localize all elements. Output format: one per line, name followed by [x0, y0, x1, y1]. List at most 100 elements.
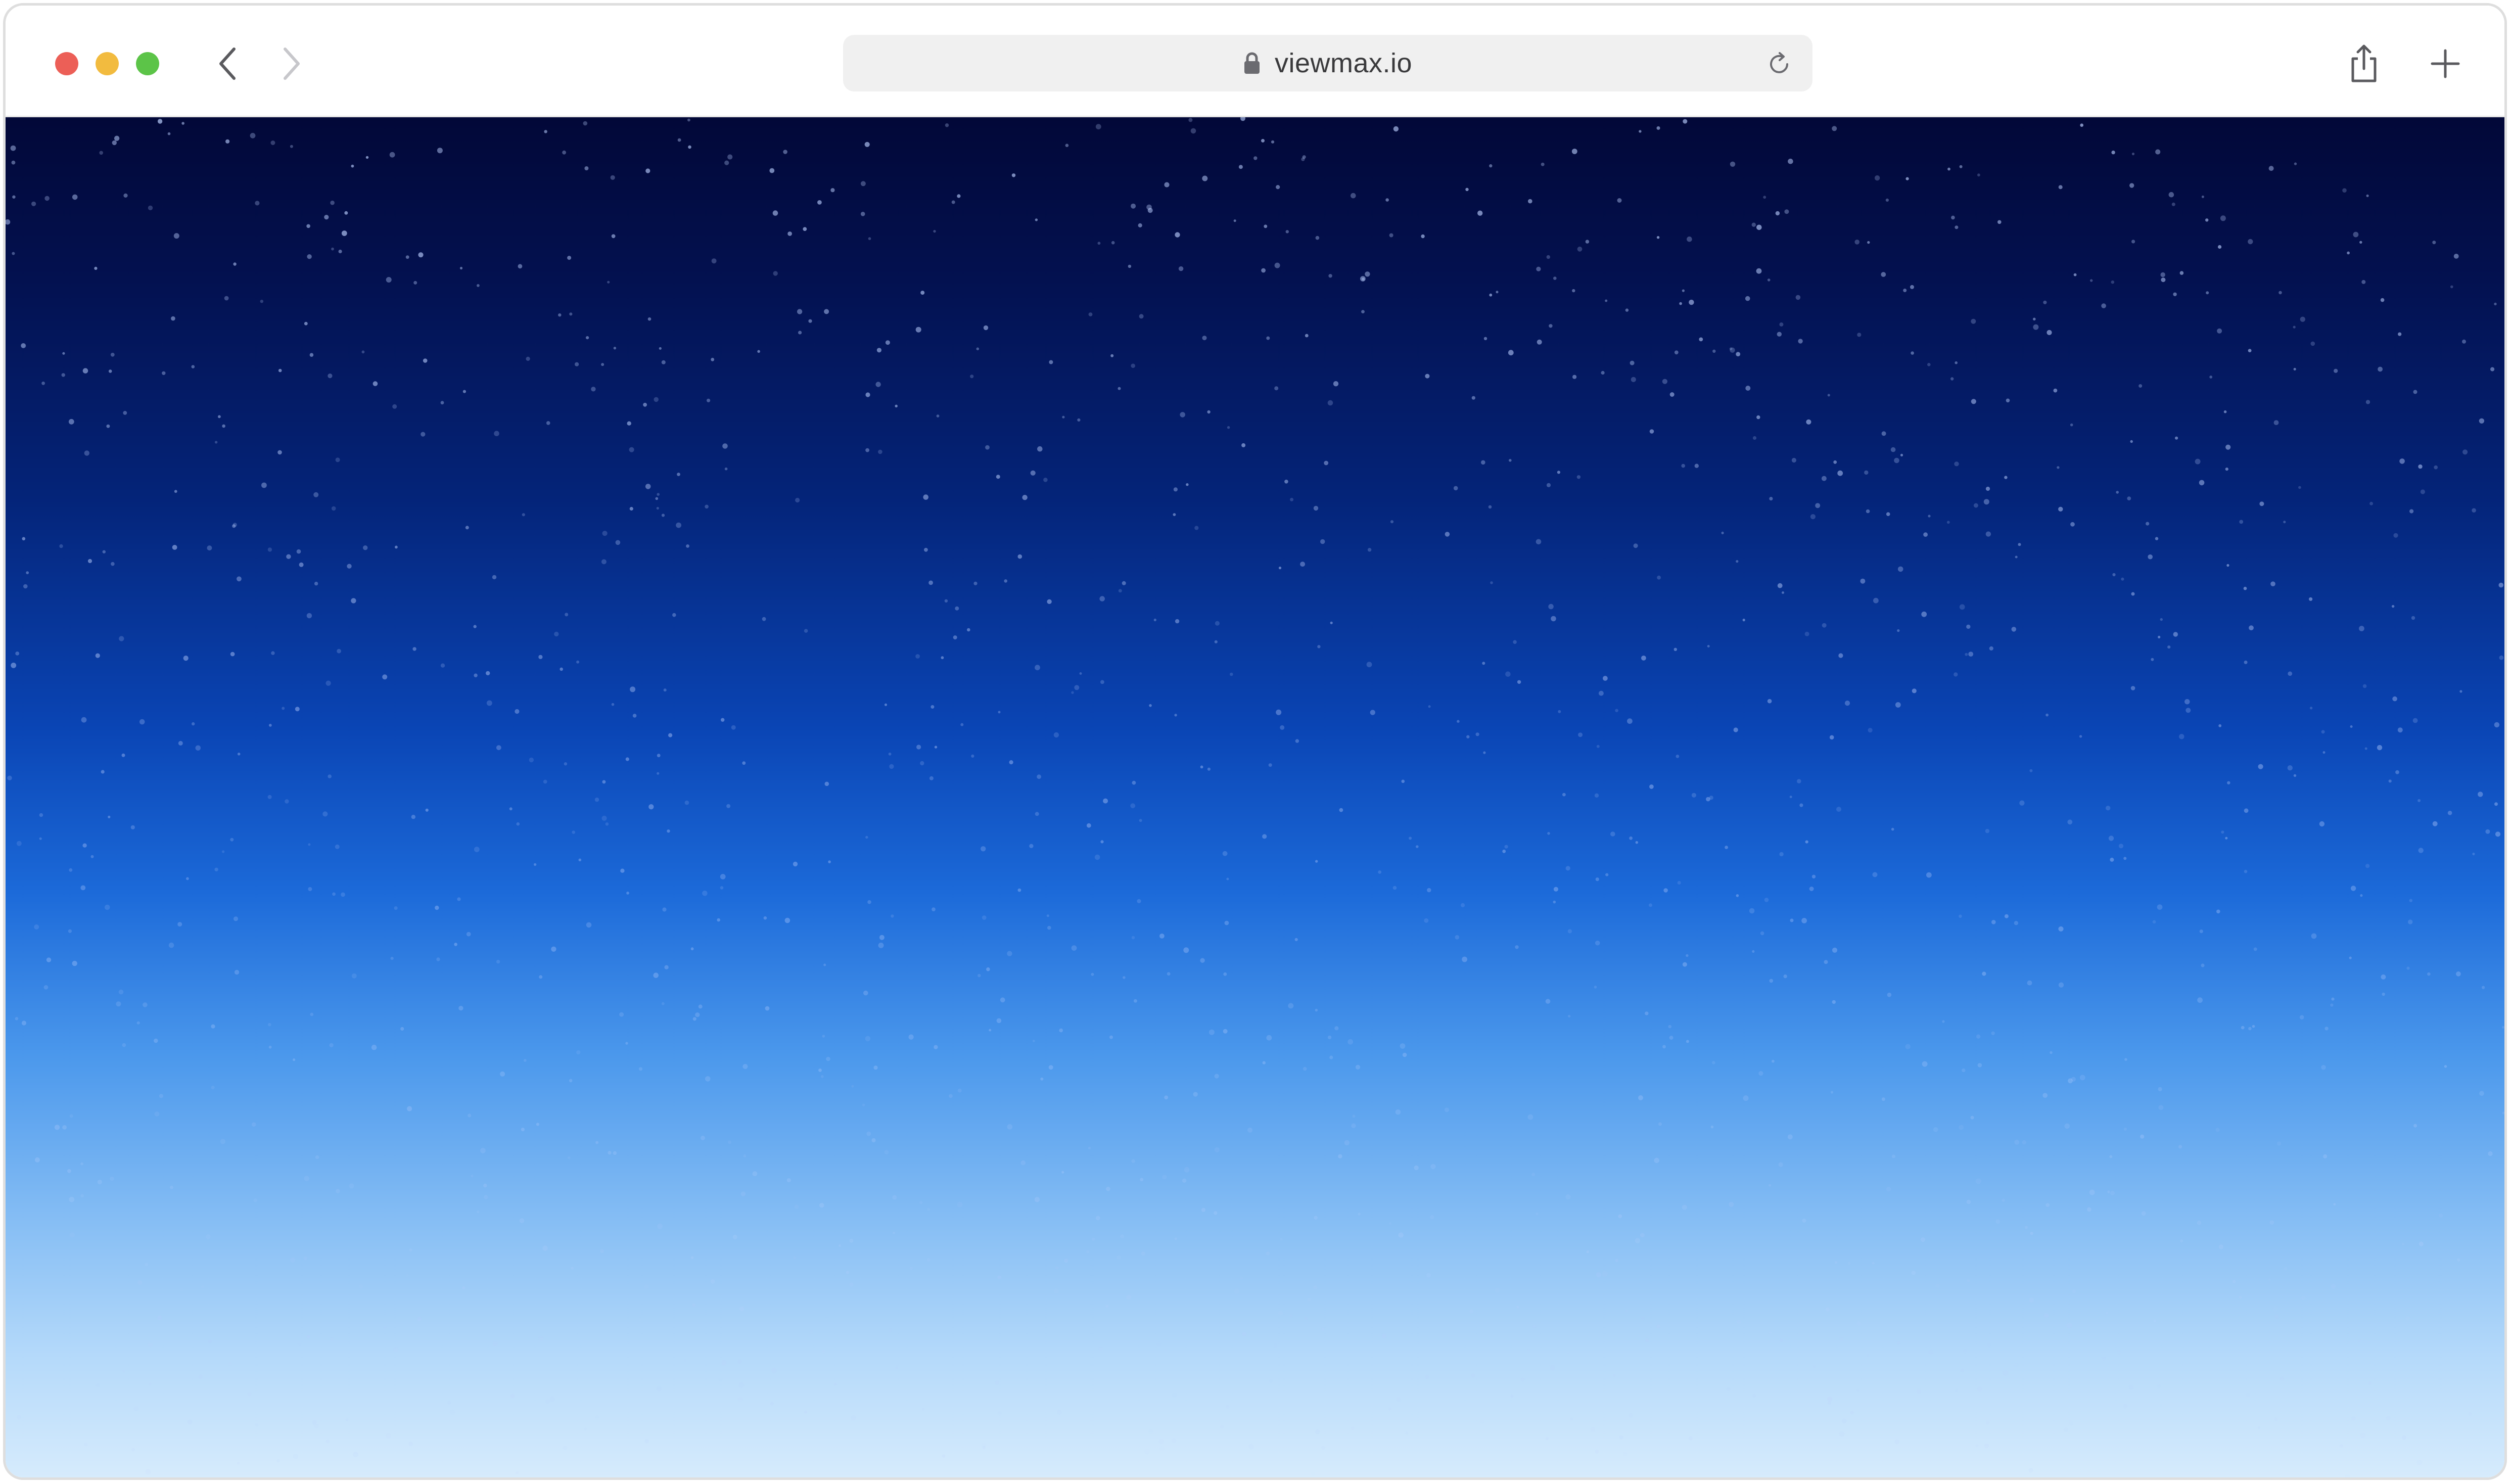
star [2357, 1338, 2361, 1342]
star [2342, 188, 2347, 193]
star [290, 145, 293, 148]
star [1037, 774, 1041, 779]
close-window-button[interactable] [55, 52, 78, 75]
star [2300, 316, 2305, 322]
star [331, 247, 334, 251]
star [1832, 126, 1837, 131]
star [1215, 621, 1220, 626]
star [230, 652, 235, 657]
star [1756, 224, 1762, 230]
star [1171, 1438, 1177, 1444]
star [2053, 388, 2058, 393]
star [2216, 909, 2220, 914]
star [2350, 725, 2353, 728]
star [2157, 904, 2163, 910]
star [1772, 1059, 1775, 1063]
star [1424, 918, 1429, 923]
star [981, 846, 986, 852]
star [2293, 774, 2297, 777]
star [1201, 1208, 1206, 1212]
star [500, 1071, 505, 1077]
star [2393, 533, 2398, 538]
star [1311, 1472, 1315, 1475]
star [976, 347, 980, 350]
star [293, 1454, 299, 1460]
star [336, 1189, 340, 1193]
star [1289, 1314, 1293, 1318]
star [2319, 821, 2325, 827]
star [1278, 567, 1282, 570]
star [594, 797, 599, 802]
address-bar[interactable]: viewmax.io [843, 35, 1812, 91]
star [2378, 366, 2383, 372]
star [2155, 537, 2159, 540]
star [21, 343, 26, 349]
star [2064, 1123, 2070, 1129]
star [1477, 210, 1483, 216]
star [2369, 501, 2374, 505]
star [168, 942, 174, 948]
star [1656, 126, 1660, 130]
star [2178, 1145, 2182, 1149]
reload-button[interactable] [1765, 50, 1793, 78]
star [957, 1201, 963, 1208]
star [569, 1079, 573, 1083]
star [1656, 236, 1660, 239]
star [1327, 400, 1333, 406]
star [474, 673, 478, 677]
star [2395, 770, 2399, 774]
star [1515, 945, 1519, 949]
star [1795, 295, 1801, 300]
share-button[interactable] [2341, 41, 2387, 86]
star [1239, 1276, 1243, 1280]
star [563, 1446, 568, 1450]
star [1729, 347, 1733, 350]
star [1752, 1394, 1756, 1398]
forward-button[interactable] [273, 46, 309, 81]
star [1488, 505, 1492, 509]
star [1570, 1417, 1573, 1421]
star [1891, 1154, 1896, 1158]
star [1396, 1397, 1401, 1402]
star [1699, 337, 1703, 342]
star [1567, 929, 1572, 934]
minimize-window-button[interactable] [96, 52, 119, 75]
star [1509, 459, 1512, 462]
star [326, 680, 331, 686]
star [860, 212, 865, 216]
star [1737, 1320, 1742, 1324]
star [1233, 219, 1236, 222]
star [2413, 1124, 2417, 1128]
star [17, 1415, 21, 1420]
star [1891, 827, 1894, 831]
star [1966, 1199, 1971, 1204]
star [322, 811, 328, 817]
star [533, 863, 537, 866]
star [1590, 1427, 1596, 1432]
star [1053, 732, 1059, 738]
star [737, 1359, 742, 1364]
star [2276, 1141, 2282, 1146]
star [1576, 475, 1581, 479]
star [2380, 298, 2385, 302]
star [473, 625, 477, 628]
star [1682, 1204, 1687, 1210]
star [572, 830, 575, 834]
star [2365, 400, 2370, 404]
star [2472, 852, 2475, 856]
star [828, 860, 831, 863]
star [529, 757, 534, 763]
star [638, 1067, 643, 1071]
zoom-window-button[interactable] [136, 52, 159, 75]
star [1946, 521, 1950, 524]
star [406, 1274, 409, 1277]
star [803, 227, 807, 231]
back-button[interactable] [210, 46, 246, 81]
star [1910, 285, 1914, 289]
new-tab-button[interactable] [2423, 41, 2468, 86]
chevron-left-icon [219, 48, 236, 80]
star [1276, 709, 1282, 715]
star [742, 761, 746, 765]
star [1266, 1035, 1272, 1041]
star [1752, 950, 1755, 953]
